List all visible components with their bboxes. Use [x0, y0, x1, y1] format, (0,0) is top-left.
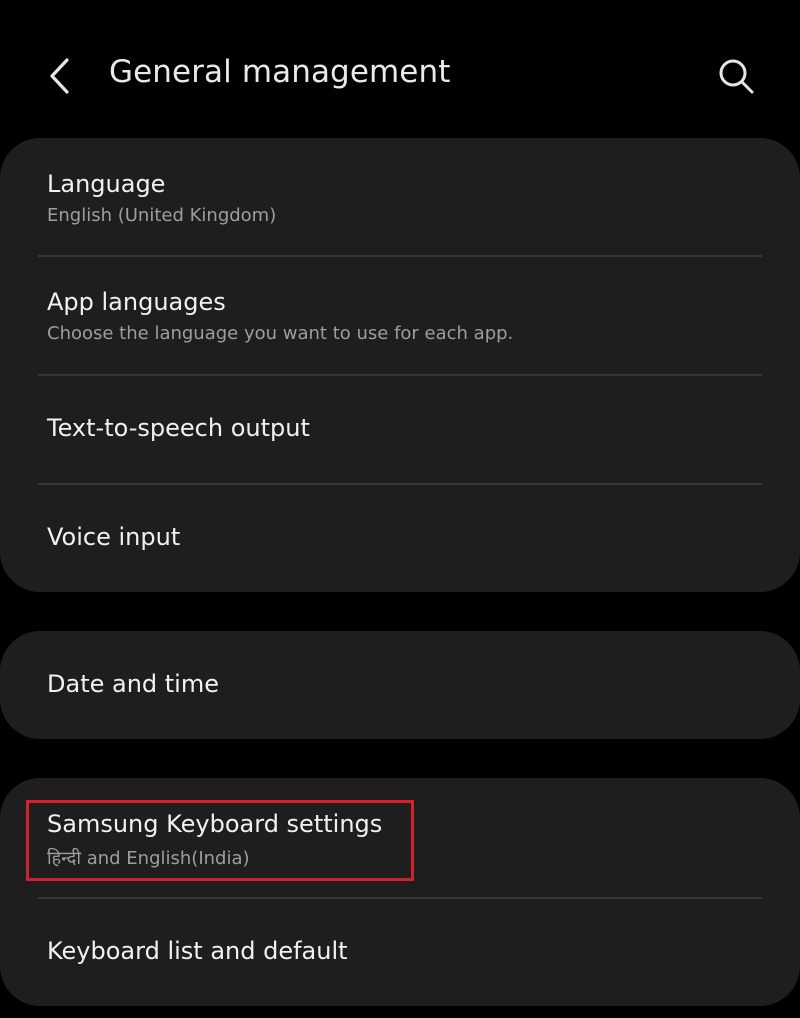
text-to-speech-item[interactable]: Text-to-speech output [0, 376, 800, 483]
chevron-left-icon [50, 58, 69, 94]
item-title: Date and time [47, 670, 219, 698]
language-item[interactable]: Language English (United Kingdom) [0, 138, 800, 256]
settings-group-language: Language English (United Kingdom) App la… [0, 138, 800, 592]
item-title: Voice input [47, 523, 181, 551]
back-button[interactable] [36, 52, 84, 100]
app-languages-item[interactable]: App languages Choose the language you wa… [0, 257, 800, 375]
voice-input-item[interactable]: Voice input [0, 485, 800, 592]
item-title: Keyboard list and default [47, 937, 348, 965]
settings-group-keyboard: Samsung Keyboard settings हिन्दी and Eng… [0, 778, 800, 1006]
page-title: General management [109, 54, 451, 90]
item-title: Text-to-speech output [47, 414, 310, 442]
highlight-box [26, 800, 414, 881]
item-subtitle: English (United Kingdom) [47, 205, 277, 226]
settings-screen: General management Language English (Uni… [0, 0, 800, 1018]
samsung-keyboard-settings-item[interactable]: Samsung Keyboard settings हिन्दी and Eng… [0, 778, 800, 897]
settings-group-date: Date and time [0, 631, 800, 739]
search-icon [719, 59, 754, 94]
item-title: App languages [47, 288, 226, 316]
date-and-time-item[interactable]: Date and time [0, 631, 800, 739]
item-subtitle: Choose the language you want to use for … [47, 323, 514, 344]
keyboard-list-item[interactable]: Keyboard list and default [0, 899, 800, 1006]
item-title: Language [47, 170, 166, 198]
search-button[interactable] [712, 52, 760, 100]
app-bar: General management [0, 0, 800, 140]
